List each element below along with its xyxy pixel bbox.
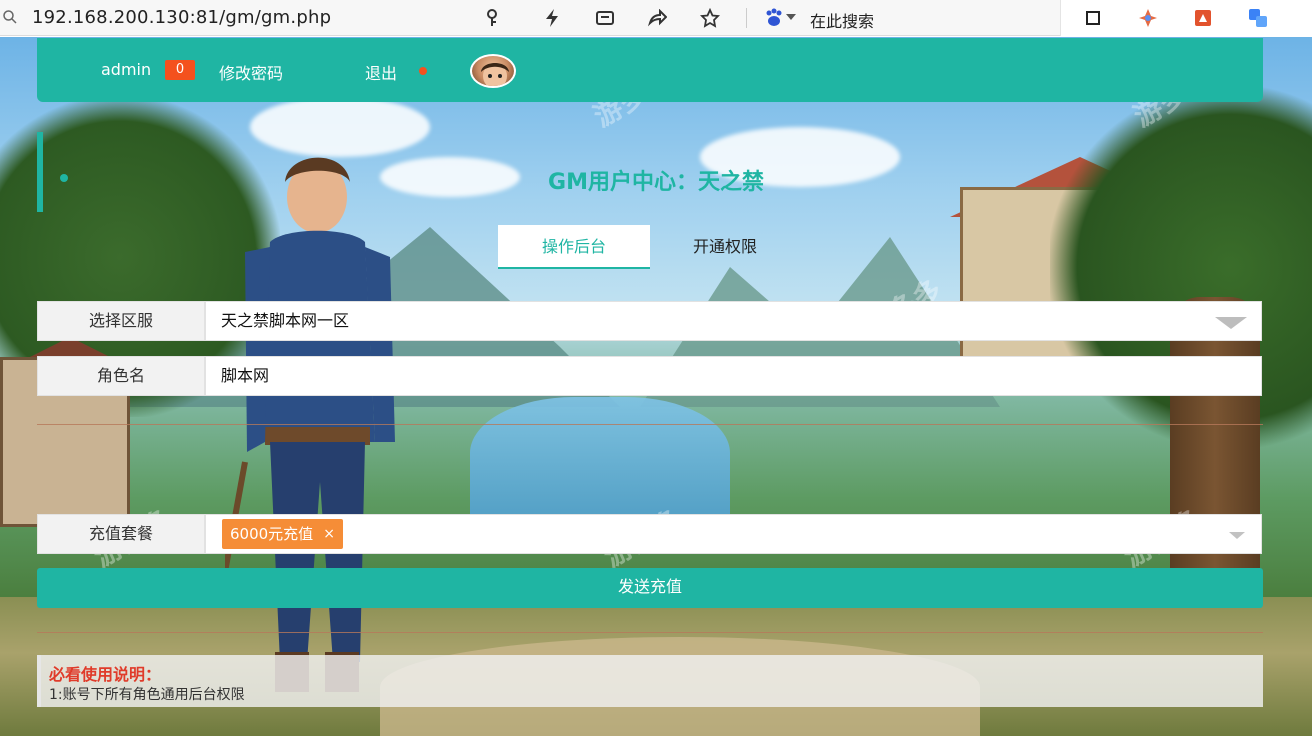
username[interactable]: admin [101, 60, 151, 79]
notes-line: 1:账号下所有角色通用后台权限 [49, 687, 245, 703]
star-icon[interactable] [698, 6, 722, 30]
screenshot-icon[interactable] [593, 6, 617, 30]
extension-area [1060, 0, 1312, 36]
change-password-link[interactable]: 修改密码 [219, 60, 283, 84]
divider [37, 632, 1263, 633]
pdf-icon[interactable] [1191, 6, 1215, 30]
send-recharge-button[interactable]: 发送充值 [37, 568, 1263, 608]
ai-assistant-icon[interactable] [1136, 6, 1160, 30]
window-icon[interactable] [1081, 6, 1105, 30]
chevron-down-icon[interactable] [1215, 317, 1247, 329]
server-label: 选择区服 [37, 301, 205, 341]
lightning-icon[interactable] [540, 6, 564, 30]
browser-toolbar: 192.168.200.130:81/gm/gm.php 在此搜索 [0, 0, 1312, 36]
search-icon [3, 10, 17, 24]
usage-notes: 必看使用说明： 1:账号下所有角色通用后台权限 [37, 655, 1263, 707]
top-navbar: admin 0 修改密码 退出 [37, 38, 1263, 102]
tab-operation-backend[interactable]: 操作后台 [498, 225, 650, 269]
address-bar[interactable]: 192.168.200.130:81/gm/gm.php [32, 7, 331, 28]
toolbar-divider [746, 8, 747, 28]
close-icon[interactable]: × [323, 519, 335, 549]
hero-character [225, 157, 395, 692]
role-name-value: 脚本网 [221, 366, 270, 385]
tab-open-permission[interactable]: 开通权限 [660, 225, 790, 269]
avatar[interactable] [470, 54, 516, 88]
share-icon[interactable] [645, 6, 669, 30]
server-select[interactable]: 天之禁脚本网一区 [205, 301, 1262, 341]
role-name-input[interactable]: 脚本网 [205, 356, 1262, 396]
package-select[interactable]: 6000元充值 × [205, 514, 1262, 554]
chevron-down-icon[interactable] [1229, 532, 1245, 539]
notification-badge[interactable]: 0 [165, 60, 195, 80]
page-title: GM用户中心：天之禁 [548, 170, 764, 195]
package-tag-label: 6000元充值 [230, 525, 314, 543]
logout-dot [419, 67, 427, 75]
role-label: 角色名 [37, 356, 205, 396]
key-icon[interactable] [480, 6, 504, 30]
paw-icon[interactable] [762, 6, 786, 30]
notes-title: 必看使用说明： [49, 665, 162, 684]
chevron-down-icon[interactable] [784, 6, 798, 30]
server-select-value: 天之禁脚本网一区 [221, 311, 350, 330]
package-label: 充值套餐 [37, 514, 205, 554]
selected-package-tag[interactable]: 6000元充值 × [222, 519, 343, 549]
divider [37, 424, 1263, 425]
logout-link[interactable]: 退出 [365, 60, 397, 84]
search-input[interactable]: 在此搜索 [810, 8, 874, 32]
translate-icon[interactable] [1246, 6, 1270, 30]
